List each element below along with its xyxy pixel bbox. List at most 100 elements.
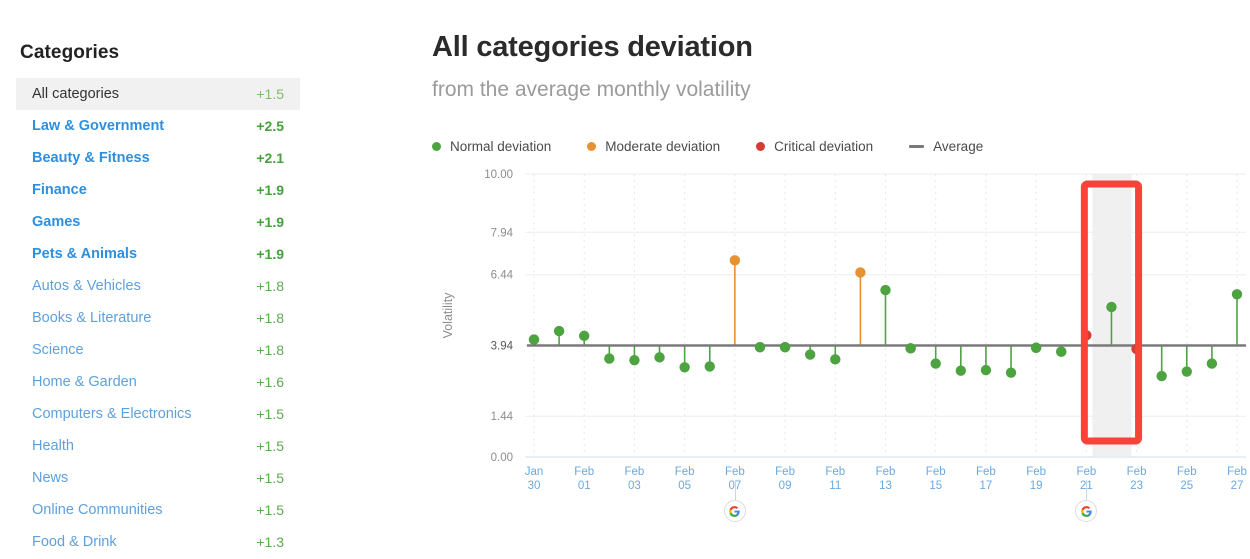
sidebar-item-all-categories[interactable]: All categories +1.5: [16, 78, 300, 110]
x-axis-tick-label: Feb 11: [825, 466, 845, 492]
sidebar-item-online-communities[interactable]: Online Communities +1.5: [16, 494, 300, 526]
svg-text:Feb: Feb: [1076, 466, 1096, 478]
moderate-dot-icon: [587, 141, 597, 151]
data-point[interactable]: [855, 267, 866, 278]
y-axis-tick-label: 7.94: [491, 227, 514, 239]
svg-text:Feb: Feb: [625, 466, 645, 478]
svg-text:25: 25: [1180, 480, 1193, 492]
svg-text:Feb: Feb: [976, 466, 996, 478]
data-point[interactable]: [1156, 370, 1167, 382]
legend-item-normal[interactable]: Normal deviation: [432, 139, 551, 154]
data-point[interactable]: [1106, 301, 1117, 313]
legend-item-average[interactable]: Average: [909, 139, 983, 154]
data-point[interactable]: [754, 341, 766, 353]
sidebar-item-finance[interactable]: Finance +1.9: [16, 174, 300, 206]
svg-text:27: 27: [1231, 480, 1244, 492]
svg-text:Feb: Feb: [1127, 466, 1147, 478]
data-point[interactable]: [629, 355, 640, 366]
svg-text:30: 30: [528, 480, 541, 492]
category-deviation-value: +1.9: [256, 214, 284, 230]
category-label: Autos & Vehicles: [32, 278, 141, 294]
category-deviation-value: +1.9: [256, 246, 284, 262]
data-point[interactable]: [579, 330, 590, 342]
sidebar-title: Categories: [20, 42, 120, 63]
data-point[interactable]: [980, 364, 992, 376]
sidebar-item-books-literature[interactable]: Books & Literature +1.8: [16, 302, 300, 334]
sidebar-item-science[interactable]: Science +1.8: [16, 334, 300, 366]
legend-item-moderate[interactable]: Moderate deviation: [587, 139, 720, 154]
sidebar-item-autos-vehicles[interactable]: Autos & Vehicles +1.8: [16, 270, 300, 302]
data-point[interactable]: [1181, 366, 1192, 377]
category-deviation-value: +2.1: [256, 150, 284, 166]
chart-svg: 0.00 1.44 3.94 6.44 7.94 10.00 Volatility Jan 30…: [441, 169, 1247, 492]
category-deviation-value: +1.8: [256, 342, 284, 358]
sidebar-item-news[interactable]: News +1.5: [16, 462, 300, 494]
sidebar-item-health[interactable]: Health +1.5: [16, 430, 300, 462]
legend-label: Average: [933, 138, 984, 154]
data-point[interactable]: [930, 358, 941, 369]
svg-text:13: 13: [879, 480, 892, 492]
svg-text:15: 15: [929, 480, 942, 492]
x-axis-tick-label: Feb 15: [926, 466, 946, 492]
data-point[interactable]: [1206, 358, 1218, 369]
data-point[interactable]: [553, 325, 565, 337]
data-point[interactable]: [1056, 346, 1067, 357]
category-label: All categories: [32, 86, 120, 102]
legend-item-critical[interactable]: Critical deviation: [756, 139, 873, 154]
category-label: Finance: [32, 182, 87, 198]
svg-text:Jan: Jan: [525, 466, 544, 478]
category-label: Computers & Electronics: [32, 406, 192, 422]
sidebar-item-beauty-fitness[interactable]: Beauty & Fitness +2.1: [16, 142, 300, 174]
volatility-chart: 0.00 1.44 3.94 6.44 7.94 10.00 Volatility Jan 30…: [430, 160, 1250, 559]
data-point[interactable]: [679, 362, 690, 373]
category-label: Beauty & Fitness: [32, 150, 150, 166]
category-deviation-value: +1.9: [256, 182, 284, 198]
y-axis-tick-label: 3.94: [491, 340, 514, 352]
category-label: Law & Government: [32, 118, 165, 134]
x-axis-tick-label: Feb 23: [1127, 466, 1147, 492]
data-point[interactable]: [1030, 342, 1042, 353]
data-point[interactable]: [729, 255, 741, 266]
categories-sidebar: Categories All categories +1.5 Law & Gover…: [0, 0, 310, 559]
google-update-stem: [1086, 480, 1088, 500]
category-deviation-value: +1.5: [256, 86, 284, 102]
data-point[interactable]: [1231, 289, 1243, 300]
legend-label: Critical deviation: [774, 138, 874, 154]
y-axis-tick-label: 0.00: [491, 452, 513, 464]
google-update-icon[interactable]: [723, 500, 746, 522]
data-point[interactable]: [604, 353, 615, 364]
svg-text:Feb: Feb: [675, 466, 695, 478]
data-point[interactable]: [528, 334, 540, 345]
y-axis-title: Volatility: [441, 292, 455, 339]
category-label: Books & Literature: [32, 310, 152, 326]
sidebar-item-law-government[interactable]: Law & Government +2.5: [16, 110, 300, 142]
sidebar-item-food-drink[interactable]: Food & Drink +1.3: [16, 526, 300, 558]
category-deviation-value: +1.8: [256, 310, 284, 326]
category-label: Science: [32, 342, 84, 358]
data-point[interactable]: [704, 361, 715, 372]
category-deviation-value: +2.5: [256, 118, 284, 134]
data-point[interactable]: [830, 354, 841, 365]
data-point[interactable]: [905, 343, 916, 354]
average-line-icon: [909, 144, 925, 148]
data-point[interactable]: [880, 284, 891, 296]
svg-text:Feb: Feb: [926, 466, 946, 478]
critical-dot-icon: [756, 141, 766, 151]
chart-panel: All categories deviation from the averag…: [430, 0, 1250, 559]
x-axis-tick-label: Feb 01: [574, 466, 594, 492]
sidebar-item-computers-electronics[interactable]: Computers & Electronics +1.5: [16, 398, 300, 430]
svg-text:23: 23: [1130, 480, 1143, 492]
data-point[interactable]: [1005, 367, 1017, 378]
data-point[interactable]: [654, 352, 665, 363]
data-point[interactable]: [804, 349, 816, 360]
category-deviation-value: +1.8: [256, 278, 284, 294]
svg-text:19: 19: [1030, 480, 1043, 492]
svg-text:Feb: Feb: [775, 466, 795, 478]
sidebar-item-pets-animals[interactable]: Pets & Animals +1.9: [16, 238, 300, 270]
sidebar-item-home-garden[interactable]: Home & Garden +1.6: [16, 366, 300, 398]
svg-text:Feb: Feb: [574, 466, 594, 478]
y-axis-tick-label: 10.00: [484, 169, 513, 181]
sidebar-item-games[interactable]: Games +1.9: [16, 206, 300, 238]
data-point[interactable]: [779, 341, 791, 353]
data-point[interactable]: [955, 365, 967, 376]
